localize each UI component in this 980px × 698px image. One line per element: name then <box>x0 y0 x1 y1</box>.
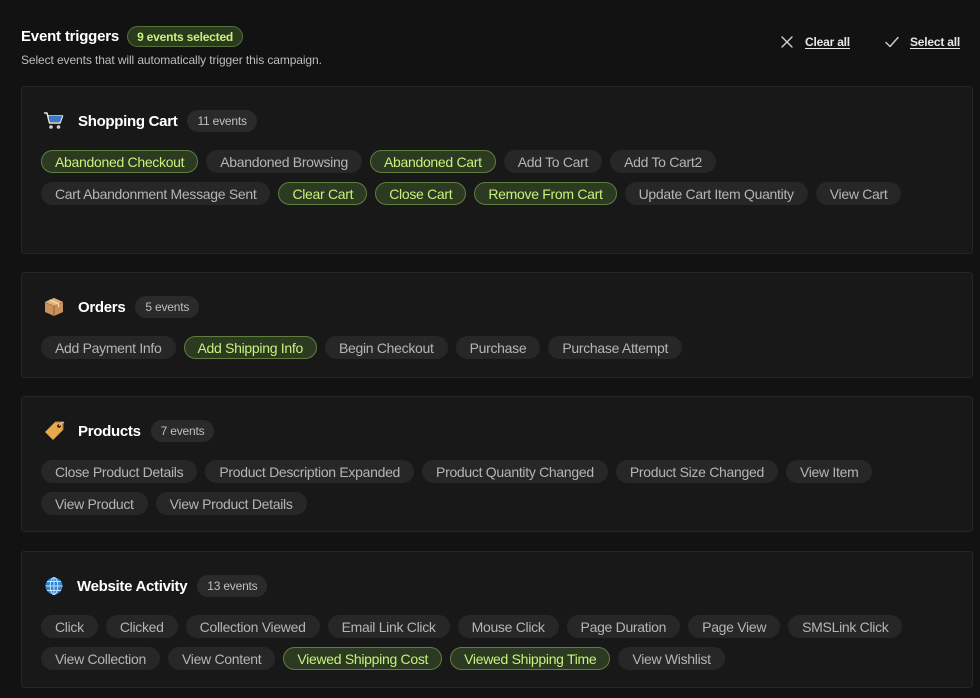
section-header: Products 7 events <box>43 419 215 443</box>
section-products: Products 7 events Close Product Details P… <box>21 396 973 532</box>
event-chip[interactable]: Update Cart Item Quantity <box>624 182 808 205</box>
clear-all-button[interactable]: Clear all <box>779 34 850 50</box>
package-icon <box>43 296 65 318</box>
event-chip[interactable]: Page Duration <box>566 615 681 638</box>
event-chip[interactable]: View Collection <box>41 647 160 670</box>
event-chip-list: Abandoned Checkout Abandoned Browsing Aban… <box>41 150 952 205</box>
event-chip[interactable]: View Content <box>167 647 276 670</box>
selected-count-badge: 9 events selected <box>127 26 244 47</box>
event-chip-list: Add Payment Info Add Shipping Info Begin C… <box>41 336 952 359</box>
event-triggers-page: Event triggers 9 events selected Select … <box>0 0 980 698</box>
event-chip[interactable]: Add Payment Info <box>41 336 176 359</box>
event-chip[interactable]: Remove From Cart <box>474 182 617 205</box>
event-chip[interactable]: Cart Abandonment Message Sent <box>41 182 271 205</box>
section-title: Shopping Cart <box>78 112 178 130</box>
event-chip[interactable]: Viewed Shipping Cost <box>283 647 443 670</box>
header-actions: Clear all Select all <box>779 34 960 50</box>
event-chip[interactable]: View Product Details <box>155 492 307 515</box>
event-chip[interactable]: Abandoned Cart <box>369 150 496 173</box>
section-event-count: 5 events <box>135 296 200 318</box>
event-chip-list: Click Clicked Collection Viewed Email Link … <box>41 615 952 670</box>
event-triggers-header: Event triggers 9 events selected Select … <box>21 26 960 70</box>
clear-all-label: Clear all <box>805 35 850 49</box>
event-chip[interactable]: Product Size Changed <box>615 460 778 483</box>
section-shopping-cart: Shopping Cart 11 events Abandoned Checko… <box>21 86 973 254</box>
section-header: Shopping Cart 11 events <box>43 109 257 133</box>
event-chip[interactable]: Clicked <box>105 615 178 638</box>
event-chip[interactable]: Close Cart <box>375 182 467 205</box>
event-chip[interactable]: Product Quantity Changed <box>422 460 608 483</box>
event-chip[interactable]: View Item <box>785 460 873 483</box>
price-tag-icon <box>43 420 65 442</box>
page-title: Event triggers <box>21 28 120 45</box>
shopping-cart-icon <box>43 110 65 132</box>
page-subtitle: Select events that will automatically tr… <box>21 53 322 67</box>
select-all-label: Select all <box>909 35 960 49</box>
section-event-count: 7 events <box>150 420 215 442</box>
event-chip[interactable]: SMSLink Click <box>788 615 903 638</box>
event-chip[interactable]: Click <box>41 615 98 638</box>
section-title: Website Activity <box>77 577 188 595</box>
event-chip[interactable]: Close Product Details <box>41 460 198 483</box>
event-chip[interactable]: Product Description Expanded <box>205 460 415 483</box>
select-all-button[interactable]: Select all <box>884 34 960 50</box>
section-event-count: 13 events <box>197 575 268 597</box>
event-chip[interactable]: Collection Viewed <box>185 615 320 638</box>
section-header: Orders 5 events <box>43 295 200 319</box>
section-website-activity: Website Activity 13 events Click Clicked C… <box>21 551 973 688</box>
event-chip[interactable]: View Product <box>41 492 148 515</box>
event-chip[interactable]: Mouse Click <box>457 615 559 638</box>
globe-icon <box>43 575 65 597</box>
section-header: Website Activity 13 events <box>43 574 268 598</box>
event-chip-list: Close Product Details Product Description… <box>41 460 952 515</box>
event-chip[interactable]: Abandoned Browsing <box>206 150 362 173</box>
close-icon <box>779 34 795 50</box>
check-icon <box>884 34 900 50</box>
event-chip[interactable]: Email Link Click <box>327 615 450 638</box>
section-title: Products <box>78 422 141 440</box>
event-chip[interactable]: View Cart <box>815 182 902 205</box>
event-chip[interactable]: View Wishlist <box>618 647 725 670</box>
event-chip[interactable]: Begin Checkout <box>324 336 448 359</box>
event-chip[interactable]: Clear Cart <box>278 182 368 205</box>
event-chip[interactable]: Add To Cart2 <box>610 150 716 173</box>
event-chip[interactable]: Purchase Attempt <box>548 336 683 359</box>
event-chip[interactable]: Add To Cart <box>503 150 603 173</box>
event-chip[interactable]: Purchase <box>455 336 541 359</box>
event-chip[interactable]: Abandoned Checkout <box>41 150 199 173</box>
section-title: Orders <box>78 298 126 316</box>
section-event-count: 11 events <box>187 110 257 132</box>
event-chip[interactable]: Viewed Shipping Time <box>450 647 611 670</box>
event-chip[interactable]: Page View <box>688 615 781 638</box>
event-chip[interactable]: Add Shipping Info <box>183 336 317 359</box>
section-orders: Orders 5 events Add Payment Info Add Ship… <box>21 272 973 378</box>
